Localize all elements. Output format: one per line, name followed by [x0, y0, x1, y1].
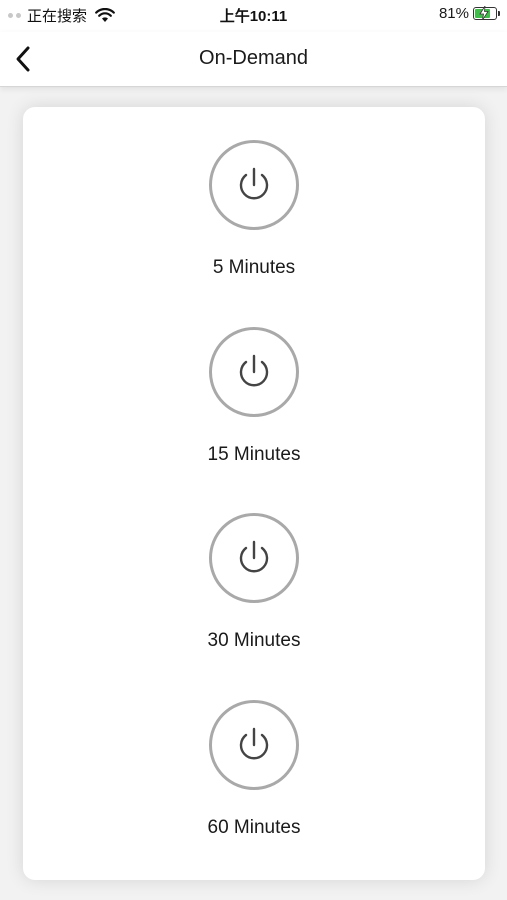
charging-bolt-icon: [479, 6, 489, 20]
duration-options-card: 5 Minutes 15 Minutes 30 Minutes 60 Minut…: [23, 107, 485, 880]
option-60-minutes[interactable]: 60 Minutes: [23, 667, 485, 838]
option-30-minutes[interactable]: 30 Minutes: [23, 480, 485, 651]
battery-icon: [473, 6, 500, 20]
power-icon: [239, 354, 269, 387]
battery-percent: 81%: [438, 5, 469, 22]
power-icon: [239, 540, 269, 573]
page-title: On-Demand: [199, 47, 308, 69]
navigation-bar: On-Demand: [0, 32, 507, 87]
option-label: 60 Minutes: [207, 817, 301, 838]
status-right: 81%: [438, 5, 500, 22]
option-label: 15 Minutes: [207, 444, 301, 465]
power-button[interactable]: [209, 327, 299, 417]
clock: 上午10:11: [219, 8, 288, 25]
power-icon: [239, 167, 269, 200]
option-label: 30 Minutes: [207, 630, 301, 651]
power-button[interactable]: [209, 700, 299, 790]
status-bar: 正在搜索 上午10:11 81%: [0, 0, 507, 32]
option-5-minutes[interactable]: 5 Minutes: [23, 107, 485, 278]
option-15-minutes[interactable]: 15 Minutes: [23, 294, 485, 465]
power-icon: [239, 727, 269, 760]
power-button[interactable]: [209, 140, 299, 230]
option-label: 5 Minutes: [212, 257, 296, 278]
power-button[interactable]: [209, 513, 299, 603]
